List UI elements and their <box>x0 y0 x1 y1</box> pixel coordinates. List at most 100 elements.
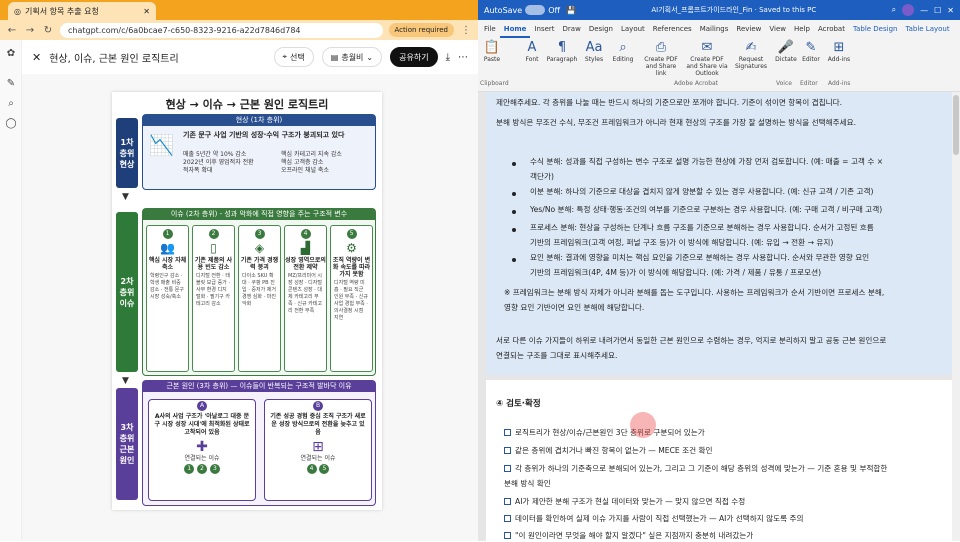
tab-design[interactable]: Design <box>585 20 617 38</box>
openai-logo-icon[interactable]: ✿ <box>5 48 17 59</box>
link-badge: 3 <box>209 464 220 474</box>
create-pdf-share-button[interactable]: ⎙ Create PDF and Share link <box>640 40 682 77</box>
editor-button[interactable]: ✎ Editor <box>800 40 822 63</box>
toggle-switch[interactable] <box>525 5 546 15</box>
bullet-dot <box>512 192 516 196</box>
canvas-header: ✕ 현상, 이슈, 근본 원인 로직트리 ⌖ 선택 ▤ 총월비 ⌄ 공유하기 ⤓ ⋯ <box>22 40 478 74</box>
maximize-icon[interactable]: ☐ <box>934 6 941 15</box>
url-bar[interactable]: chatgpt.com/c/6a0bcae7-c650-8323-9216-a2… <box>60 22 383 38</box>
checkbox[interactable] <box>504 498 511 505</box>
document-page-lower[interactable]: ④ 검토·확정 로직트리가 현상/이슈/근본원인 3단 층위로 구분되어 있는가… <box>486 380 956 541</box>
hint-button[interactable]: ▤ 총월비 ⌄ <box>321 47 383 67</box>
font-label: Font <box>525 56 539 63</box>
action-required-button[interactable]: Action required <box>388 23 454 37</box>
download-icon[interactable]: ⤓ <box>446 52 450 63</box>
bullet-dot <box>512 210 516 214</box>
logic-tree-image: 현상 → 이슈 → 근본 원인 로직트리 1차 층위 현상 현상 (1차 층위)… <box>112 92 382 510</box>
share-button[interactable]: 공유하기 <box>390 47 438 67</box>
close-icon[interactable]: ✕ <box>32 51 41 64</box>
add-ins-button[interactable]: ⊞ Add-ins <box>826 40 852 63</box>
chevron-down-icon: ⌄ <box>366 52 374 62</box>
word-title-bar: AutoSave Off 💾 AI기획서_프롬프트가이드라인_Fin · Save… <box>478 0 960 20</box>
tab-table-layout[interactable]: Table Layout <box>901 20 953 38</box>
phenomenon-main: 기존 문구 사업 기반의 성장·수익 구조가 붕괴되고 있다 <box>183 131 345 139</box>
document-page-upper[interactable]: 제안해주세요. 각 층위를 나눌 때는 반드시 하나의 기준으로만 쪼개야 합니… <box>486 92 956 375</box>
issue-number: 3 <box>254 229 265 239</box>
autosave-toggle[interactable]: AutoSave Off <box>484 5 560 15</box>
request-signatures-button[interactable]: ✍ Request Signatures <box>734 40 768 70</box>
share-label: 공유하기 <box>399 52 429 62</box>
forward-icon[interactable]: → <box>24 25 36 36</box>
styles-button[interactable]: Aa Styles <box>582 40 606 63</box>
tab-insert[interactable]: Insert <box>530 20 558 38</box>
dictate-button[interactable]: 🎤 Dictate <box>774 40 798 63</box>
paragraph-button[interactable]: ¶ Paragraph <box>546 40 578 63</box>
paste-button[interactable]: 📋 Paste <box>480 40 504 63</box>
bullet-dot <box>512 228 516 232</box>
checklist-item: 같은 층위에 겹치거나 빠진 항목이 없는가 — MECE 조건 확인 <box>504 444 712 457</box>
tab-references[interactable]: References <box>649 20 696 38</box>
editing-label: Editing <box>612 56 634 63</box>
root-b-text: 기존 성공 경험 중심 조직 구조가 새로운 성장 방식으로의 전환을 늦추고 … <box>270 413 366 436</box>
tab-layout[interactable]: Layout <box>617 20 649 38</box>
checklist-item: 로직트리가 현상/이슈/근본원인 3단 층위로 구분되어 있는가 <box>504 426 705 439</box>
root-a-text: A사의 사업 구조가 '아날로그 대중 문구 시장 성장 시대'에 최적화된 상… <box>154 413 250 436</box>
search-icon[interactable]: ⌕ <box>5 98 17 109</box>
font-button[interactable]: A Font <box>520 40 544 63</box>
tablet-icon: ▯ <box>210 241 217 255</box>
editing-button[interactable]: ⌕ Editing <box>610 40 636 63</box>
checkbox[interactable] <box>504 532 511 539</box>
tab-draw[interactable]: Draw <box>559 20 585 38</box>
create-pdf-outlook-button[interactable]: ✉ Create PDF and Share via Outlook <box>684 40 730 77</box>
note-line: ※ 프레임워크는 분해 방식 자체가 아니라 분해를 돕는 도구입니다. 사용하… <box>504 288 885 297</box>
vertical-scrollbar[interactable] <box>952 92 960 541</box>
issue-body: 학령인구 감소 · 학생 매출 비중 감소 · 전통 문구 시장 성숙/축소 <box>150 273 184 300</box>
checkbox[interactable] <box>504 429 511 436</box>
bullet-line: 수식 분해: 성과를 직접 구성하는 변수 구조로 설명 가능한 현상에 가장 … <box>530 157 884 166</box>
bullet-dot <box>512 258 516 262</box>
tab-help[interactable]: Help <box>790 20 814 38</box>
minimize-icon[interactable]: — <box>920 6 928 15</box>
root-cause-a: A A사의 사업 구조가 '아날로그 대중 문구 시장 성장 시대'에 최적화된… <box>148 399 256 501</box>
tab-file[interactable]: File <box>480 20 500 38</box>
scrollbar-thumb[interactable] <box>953 95 959 155</box>
addins-group-label: Add-ins <box>828 80 851 87</box>
browser-tab[interactable]: ◎ 기획서 항목 추출 요청 ✕ <box>8 2 156 20</box>
avatar[interactable] <box>902 4 915 16</box>
tab-review[interactable]: Review <box>732 20 765 38</box>
styles-label: Styles <box>584 56 604 63</box>
close-tab-icon[interactable]: ✕ <box>143 7 150 16</box>
hint-label: 총월비 <box>341 52 364 62</box>
new-chat-icon[interactable]: ✎ <box>5 78 17 89</box>
styles-icon: Aa <box>585 40 603 55</box>
phenomenon-point: 핵심 카테고리 지속 감소 <box>281 151 342 158</box>
menu-dots-icon[interactable]: ⋮ <box>460 25 472 36</box>
arrow-down-icon: ▼ <box>122 192 129 202</box>
clipboard-group-label: Clipboard <box>480 80 509 87</box>
tab-table-design[interactable]: Table Design <box>849 20 902 38</box>
tab-home[interactable]: Home <box>499 20 531 38</box>
search-icon[interactable]: ⌕ <box>892 5 896 15</box>
checkbox[interactable] <box>504 465 511 472</box>
tab-acrobat[interactable]: Acrobat <box>814 20 849 38</box>
checkbox[interactable] <box>504 515 511 522</box>
puzzle-icon: ✚ <box>196 439 208 455</box>
tab-view[interactable]: View <box>765 20 790 38</box>
select-button[interactable]: ⌖ 선택 <box>273 47 314 67</box>
issue-number: 1 <box>162 229 173 239</box>
bullet-line: 이분 분해: 하나의 기준으로 대상을 겹치지 않게 양분할 수 있는 경우 사… <box>530 187 874 196</box>
root-b-links: 4 5 <box>265 463 371 474</box>
checkbox[interactable] <box>504 447 511 454</box>
chat-bubble-icon[interactable]: ◯ <box>5 118 17 129</box>
back-icon[interactable]: ← <box>6 25 18 36</box>
more-icon[interactable]: ⋯ <box>458 52 468 63</box>
link-badge: 5 <box>319 464 330 474</box>
close-icon[interactable]: ✕ <box>947 6 954 15</box>
phenomenon-points-left: 매출 5년간 약 10% 감소 2022년 이후 영업적자 전환 적자폭 확대 <box>183 151 278 175</box>
pointer-highlight <box>630 412 656 438</box>
reload-icon[interactable]: ↻ <box>42 25 54 36</box>
save-icon[interactable]: 💾 <box>566 6 576 15</box>
issue-card: 5 ⚙ 조직 역량이 변화 속도를 따라가지 못함 디지털 역량 미흡 · 필요… <box>330 225 373 372</box>
tab-mailings[interactable]: Mailings <box>696 20 733 38</box>
address-row: ← → ↻ chatgpt.com/c/6a0bcae7-c650-8323-9… <box>0 20 478 40</box>
